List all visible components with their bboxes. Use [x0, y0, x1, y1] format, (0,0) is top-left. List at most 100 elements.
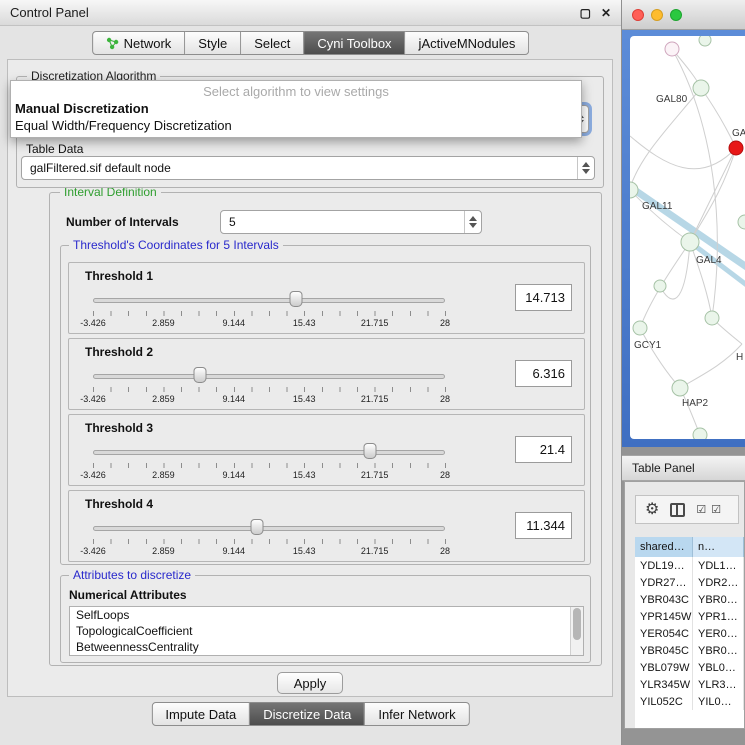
network-node[interactable]	[672, 380, 688, 396]
dropdown-option-manual-discretization[interactable]: Manual Discretization	[11, 100, 581, 117]
table-cell[interactable]: YLR3…	[693, 676, 744, 693]
slider-thumb[interactable]	[194, 367, 207, 383]
network-nodes[interactable]	[630, 36, 745, 439]
slider-track[interactable]	[93, 298, 445, 303]
table-row[interactable]: YIL052C YIL0…	[635, 693, 744, 710]
slider-thumb[interactable]	[363, 443, 376, 459]
number-of-intervals-combobox[interactable]: 5	[220, 210, 482, 234]
threshold-4-slider[interactable]	[93, 519, 445, 537]
network-node[interactable]	[699, 36, 711, 46]
table-row[interactable]: YER054C YER0…	[635, 625, 744, 642]
network-node[interactable]	[705, 311, 719, 325]
tab-jactivemnodules[interactable]: jActiveMNodules	[406, 31, 530, 55]
tab-select[interactable]: Select	[241, 31, 304, 55]
table-row[interactable]: YPR145W YPR1…	[635, 608, 744, 625]
thresholds-group: Threshold's Coordinates for 5 Intervals …	[60, 245, 591, 565]
table-cell[interactable]: YDL1…	[693, 557, 744, 574]
table-cell[interactable]: YBR043C	[635, 591, 693, 608]
tab-impute-data[interactable]: Impute Data	[151, 702, 250, 726]
float-window-icon[interactable]: ▢	[580, 7, 591, 19]
table-header-row: shared… n…	[635, 537, 744, 557]
network-node-selected[interactable]	[729, 141, 743, 155]
list-item-topologicalcoefficient[interactable]: TopologicalCoefficient	[70, 623, 583, 639]
table-cell[interactable]: YPR145W	[635, 608, 693, 625]
table-row[interactable]: YBL079W YBL0…	[635, 659, 744, 676]
network-node[interactable]	[738, 215, 745, 229]
tab-network[interactable]: Network	[92, 31, 186, 55]
slider-track[interactable]	[93, 374, 445, 379]
table-cell[interactable]: YER054C	[635, 625, 693, 642]
threshold-2-value-field[interactable]	[515, 360, 572, 387]
close-traffic-light-icon[interactable]	[632, 9, 644, 21]
close-window-icon[interactable]: ✕	[601, 7, 611, 19]
threshold-3-value-field[interactable]	[515, 436, 572, 463]
table-toolbar: ⚙ ☑ ☑	[635, 495, 739, 524]
numerical-attributes-list[interactable]: SelfLoops TopologicalCoefficient Between…	[69, 606, 584, 656]
network-node[interactable]	[665, 42, 679, 56]
columns-icon[interactable]	[670, 503, 685, 517]
network-node[interactable]	[693, 80, 709, 96]
threshold-2-label: Threshold 2	[85, 345, 153, 359]
list-scrollbar[interactable]	[570, 607, 583, 655]
scrollbar-thumb[interactable]	[573, 608, 581, 640]
zoom-traffic-light-icon[interactable]	[670, 9, 682, 21]
table-cell[interactable]: YDR27…	[635, 574, 693, 591]
scale-label: -3.426	[80, 394, 106, 404]
column-header-name[interactable]: n…	[693, 537, 744, 557]
network-node[interactable]	[693, 428, 707, 439]
threshold-1-slider[interactable]	[93, 291, 445, 309]
table-cell[interactable]: YBR045C	[635, 642, 693, 659]
network-edge-thick[interactable]	[630, 184, 745, 268]
threshold-1-label: Threshold 1	[85, 269, 153, 283]
apply-button[interactable]: Apply	[277, 672, 343, 694]
slider-thumb[interactable]	[250, 519, 263, 535]
column-header-shared-name[interactable]: shared…	[635, 537, 693, 557]
network-node[interactable]	[681, 233, 699, 251]
network-canvas[interactable]: GAL80 GAL11 GAL4 GCY1 HAP2 GA H	[630, 36, 745, 439]
table-row[interactable]: YDL19… YDL1…	[635, 557, 744, 574]
table-cell[interactable]: YDR2…	[693, 574, 744, 591]
tab-infer-network[interactable]: Infer Network	[365, 702, 469, 726]
combobox-stepper-icon	[464, 211, 481, 233]
slider-track[interactable]	[93, 526, 445, 531]
table-cell[interactable]: YBL079W	[635, 659, 693, 676]
network-graph: GAL80 GAL11 GAL4 GCY1 HAP2 GA H	[630, 36, 745, 439]
table-cell[interactable]: YER0…	[693, 625, 744, 642]
network-node-label: GAL4	[696, 255, 722, 266]
threshold-4-value-field[interactable]	[515, 512, 572, 539]
gear-icon[interactable]: ⚙	[645, 502, 659, 518]
table-cell[interactable]: YIL052C	[635, 693, 693, 710]
table-cell[interactable]: YPR1…	[693, 608, 744, 625]
tab-style[interactable]: Style	[185, 31, 241, 55]
table-cell[interactable]: YBL0…	[693, 659, 744, 676]
slider-track[interactable]	[93, 450, 445, 455]
dropdown-option-equal-width-frequency[interactable]: Equal Width/Frequency Discretization	[11, 117, 581, 134]
checkbox-icons[interactable]: ☑ ☑	[696, 503, 722, 516]
tab-discretize-data[interactable]: Discretize Data	[250, 702, 365, 726]
list-item-selfloops[interactable]: SelfLoops	[70, 607, 583, 623]
list-item-betweennesscentrality[interactable]: BetweennessCentrality	[70, 639, 583, 655]
threshold-3-slider[interactable]	[93, 443, 445, 461]
table-panel-title: Table Panel	[632, 461, 695, 475]
minimize-traffic-light-icon[interactable]	[651, 9, 663, 21]
table-cell[interactable]: YBR0…	[693, 591, 744, 608]
table-row[interactable]: YBR045C YBR0…	[635, 642, 744, 659]
tab-cyni-toolbox[interactable]: Cyni Toolbox	[304, 31, 405, 55]
network-node[interactable]	[633, 321, 647, 335]
table-cell[interactable]: YBR0…	[693, 642, 744, 659]
table-cell[interactable]: YDL19…	[635, 557, 693, 574]
scale-label: 9.144	[223, 318, 246, 328]
threshold-2-slider[interactable]	[93, 367, 445, 385]
slider-thumb[interactable]	[290, 291, 303, 307]
table-cell[interactable]: YIL0…	[693, 693, 744, 710]
table-cell[interactable]: YLR345W	[635, 676, 693, 693]
scale-label: 2.859	[152, 546, 175, 556]
screen: Control Panel ▢ ✕ Network Style	[0, 0, 745, 745]
table-row[interactable]: YLR345W YLR3…	[635, 676, 744, 693]
network-node[interactable]	[654, 280, 666, 292]
slider-scale: -3.426 2.859 9.144 15.43 21.715 28	[93, 394, 445, 405]
table-row[interactable]: YDR27… YDR2…	[635, 574, 744, 591]
table-row[interactable]: YBR043C YBR0…	[635, 591, 744, 608]
slider-scale: -3.426 2.859 9.144 15.43 21.715 28	[93, 546, 445, 557]
threshold-1-value-field[interactable]	[515, 284, 572, 311]
